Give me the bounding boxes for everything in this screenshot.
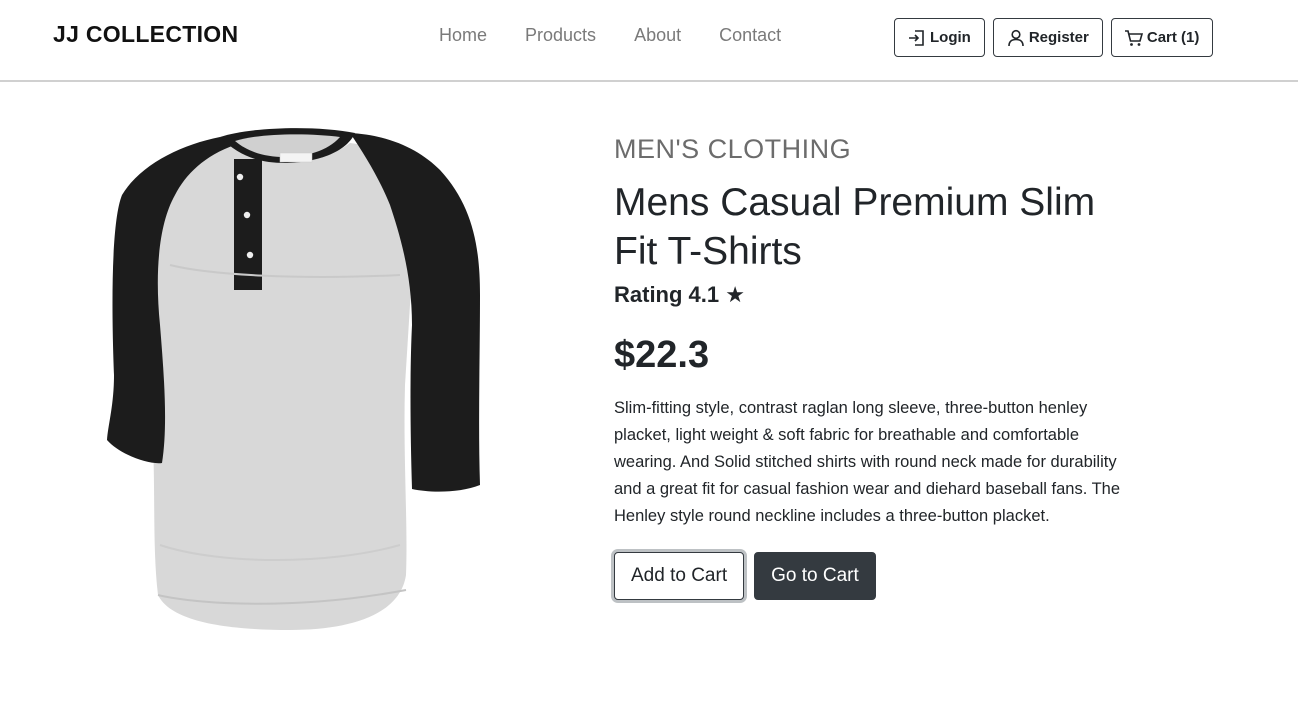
cart-icon bbox=[1124, 29, 1143, 46]
navbar: JJ COLLECTION Home Products About Contac… bbox=[0, 0, 1298, 82]
person-icon bbox=[1008, 29, 1024, 46]
cart-label: Cart (1) bbox=[1146, 29, 1200, 46]
product-title: Mens Casual Premium Slim Fit T-Shirts bbox=[614, 181, 1096, 273]
login-icon bbox=[909, 29, 924, 46]
register-label: Register bbox=[1028, 29, 1089, 46]
cart-button[interactable]: Cart (1) bbox=[1110, 18, 1214, 57]
brand-logo[interactable]: JJ COLLECTION bbox=[53, 21, 238, 48]
nav-link-about[interactable]: About bbox=[634, 25, 681, 46]
login-label: Login bbox=[930, 29, 971, 46]
product-details: MEN'S CLOTHING Mens Casual Premium Slim … bbox=[614, 134, 1154, 600]
product-category: MEN'S CLOTHING bbox=[614, 134, 852, 164]
add-to-cart-button[interactable]: Add to Cart bbox=[614, 552, 745, 600]
nav-link-contact[interactable]: Contact bbox=[719, 25, 781, 46]
nav-link-home[interactable]: Home bbox=[439, 25, 487, 46]
product-image bbox=[100, 125, 490, 640]
register-button[interactable]: Register bbox=[992, 18, 1103, 57]
product-price: $22.3 bbox=[614, 334, 710, 376]
nav-link-products[interactable]: Products bbox=[525, 25, 596, 46]
product-actions: Add to Cart Go to Cart bbox=[614, 552, 1154, 600]
go-to-cart-button[interactable]: Go to Cart bbox=[754, 552, 876, 600]
product-description: Slim-fitting style, contrast raglan long… bbox=[614, 399, 1121, 525]
nav-buttons: Login Register Cart (1) bbox=[894, 18, 1214, 57]
login-button[interactable]: Login bbox=[894, 18, 985, 57]
nav-links: Home Products About Contact bbox=[420, 25, 800, 46]
product-rating: Rating 4.1 ★ bbox=[614, 282, 745, 307]
